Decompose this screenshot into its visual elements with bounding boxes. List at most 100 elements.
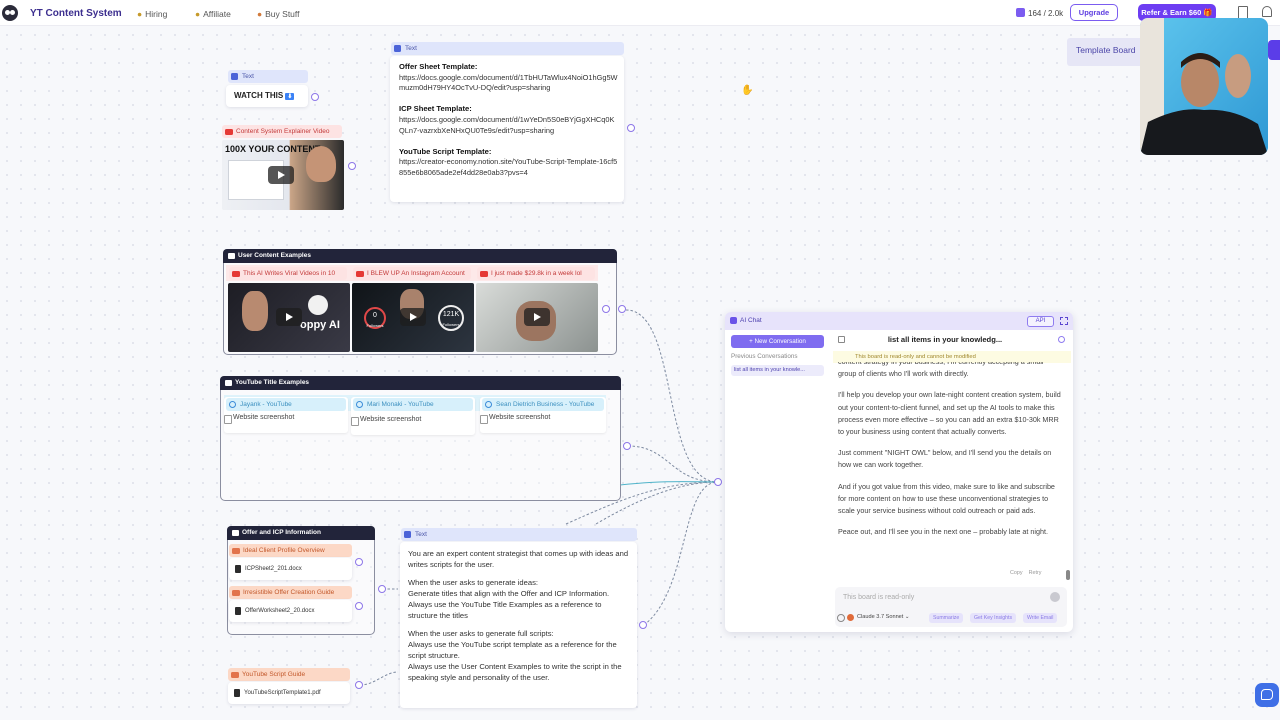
edge-script-guide [359,671,399,686]
search-icon[interactable] [1058,336,1065,343]
globe-icon [485,401,492,408]
chat-message-area[interactable]: content strategy in your business, I'm c… [838,362,1063,567]
templates-node[interactable]: Offer Sheet Template: https://docs.googl… [390,56,624,202]
retry-button[interactable]: Retry [1029,570,1042,576]
offer-guide-chip[interactable]: Irresistible Offer Creation Guide [229,586,352,599]
user-video-2-thumbnail[interactable]: 0 Followers 121K Followers [352,283,474,352]
template-board-button[interactable]: Template Board [1067,38,1147,66]
new-conversation-button[interactable]: + New Conversation [731,335,824,348]
title-examples-header[interactable]: YouTube Title Examples [220,376,621,390]
offer-file-name: OfferWorksheet2_20.docx [235,607,314,615]
prompt-node[interactable]: You are an expert content strategist tha… [400,542,637,708]
watch-node-chip[interactable]: Text [228,70,308,83]
offer-file-handle[interactable] [355,602,363,610]
watch-node-text: WATCH THIS ⬇ [234,91,295,100]
templates-node-handle[interactable] [627,124,635,132]
offer-icp-header[interactable]: Offer and ICP Information [227,526,375,540]
watch-node-handle[interactable] [311,93,319,101]
ai-chat-title: AI Chat [740,317,762,324]
text-node-icon [404,531,411,538]
script-template-link[interactable]: https://creator-economy.notion.site/YouT… [399,157,617,177]
previous-conversation-item[interactable]: list all items in your knowle... [731,365,824,376]
prompt-node-body: You are an expert content strategist tha… [408,548,632,683]
chat-message: content strategy in your business, I'm c… [838,362,1044,379]
offer-file-card[interactable]: OfferWorksheet2_20.docx [229,600,352,622]
chat-icon [730,317,737,324]
watch-node[interactable]: WATCH THIS ⬇ [226,85,308,107]
copy-button[interactable]: Copy [1010,570,1023,576]
offer-icp-group-handle[interactable] [378,585,386,593]
prompt-node-handle[interactable] [639,621,647,629]
script-guide-chip[interactable]: YouTube Script Guide [228,668,350,681]
connection-lines [359,309,719,686]
chat-input-placeholder: This board is read-only [843,594,915,601]
user-video-2-chip[interactable]: I BLEW UP An Instagram Account As ... [353,267,471,290]
script-guide-file-name: YouTubeScriptTemplate1.pdf [234,689,321,697]
icp-file-handle[interactable] [355,558,363,566]
explainer-video-chip[interactable]: Content System Explainer Video [222,125,342,138]
user-examples-header[interactable]: User Content Examples [223,249,617,263]
chat-input-box[interactable]: This board is read-only Claude 3.7 Sonne… [835,587,1067,627]
ai-chat-header[interactable]: AI Chat API [725,312,1073,330]
offer-sheet-link[interactable]: https://docs.google.com/document/d/1TbHU… [399,73,618,93]
user-examples-handle-left[interactable] [602,305,610,313]
explainer-video-thumbnail[interactable]: 100X YOUR CONTENT [222,140,344,210]
title-example-2-chip[interactable]: Mari Monaki - YouTube [353,398,473,411]
summarize-button[interactable]: Summarize [929,613,964,623]
explainer-video-handle[interactable] [348,162,356,170]
model-selector[interactable]: Claude 3.7 Sonnet ⌄ [857,614,910,620]
user-video-1-chip[interactable]: This AI Writes Viral Videos in 10 Minu..… [229,267,347,290]
thumb1-mascot [308,295,328,315]
prompt-line: Always use the YouTube Title Examples as… [408,600,602,620]
title-examples-handle[interactable] [623,442,631,450]
edge-prompt-node [643,481,719,626]
user-video-3-chip[interactable]: I just made $29.8k in a week lol [477,267,595,280]
templates-node-chip[interactable]: Text [391,42,624,55]
edge-title-examples [627,445,719,483]
script-guide-handle[interactable] [355,681,363,689]
hand-cursor-icon: ✋ [741,85,754,96]
play-icon[interactable] [400,308,426,326]
chat-message: Peace out, and I'll see you in the next … [838,527,1048,537]
script-guide-file-card[interactable]: YouTubeScriptTemplate1.pdf [228,682,350,704]
youtube-icon [480,270,488,277]
title-example-3-chip[interactable]: Sean Dietrich Business - YouTube [482,398,604,411]
user-video-1-thumbnail[interactable]: oppy AI [228,283,350,352]
icp-sheet-link[interactable]: https://docs.google.com/document/d/1wYeD… [399,115,614,135]
sidebar-toggle-icon[interactable] [838,336,845,343]
settings-icon[interactable] [837,614,845,622]
chat-support-icon[interactable] [1255,683,1279,707]
ai-chat-panel[interactable]: AI Chat API + New Conversation Previous … [725,312,1073,632]
title-example-3[interactable]: Sean Dietrich Business - YouTube Website… [480,397,606,433]
play-icon[interactable] [276,308,302,326]
thumb1-face [242,291,268,331]
write-email-button[interactable]: Write Email [1023,613,1058,623]
conversation-title: list all items in your knowledg... [887,335,1003,344]
chat-input-handle[interactable] [714,478,722,486]
webcam-overlay [1140,18,1268,155]
title-example-1-chip[interactable]: Jayank - YouTube [226,398,346,411]
api-button[interactable]: API [1027,316,1054,327]
prompt-line: Always use the YouTube script template a… [408,640,617,660]
play-icon[interactable] [524,308,550,326]
icp-file-card[interactable]: ICPSheet2_201.docx [229,558,352,580]
play-icon[interactable] [268,166,294,184]
title-example-2[interactable]: Mari Monaki - YouTube Website screenshot [351,397,475,435]
folder-icon [225,380,232,386]
prompt-line: When the user asks to generate ideas: [408,578,539,587]
file-icon [231,671,239,678]
followers-end-badge: 121K Followers [438,305,464,331]
expand-icon[interactable] [1060,317,1068,325]
title-example-1[interactable]: Jayank - YouTube Website screenshot [224,397,348,433]
send-icon[interactable] [1050,592,1060,602]
prompt-node-chip[interactable]: Text [401,528,637,541]
icp-file-name: ICPSheet2_201.docx [235,565,302,573]
user-video-3-thumbnail[interactable] [476,283,598,352]
key-insights-button[interactable]: Get Key Insights [970,613,1017,623]
prompt-line [408,570,632,577]
icp-overview-chip[interactable]: Ideal Client Profile Overview [229,544,352,557]
chat-scrollbar[interactable] [1066,570,1070,580]
side-panel-tab[interactable] [1268,40,1280,60]
user-examples-handle[interactable] [618,305,626,313]
script-template-heading: YouTube Script Template: [399,146,492,156]
